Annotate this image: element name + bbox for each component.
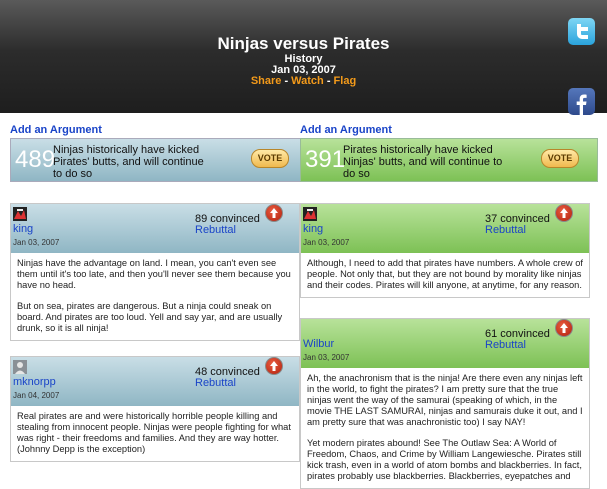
watch-link[interactable]: Watch — [291, 75, 324, 87]
argument-header: king Jan 03, 2007 89 convinced Rebuttal — [11, 204, 299, 253]
stance-box: 391 Pirates historically have kicked Nin… — [300, 138, 598, 182]
argument-card: king Jan 03, 2007 89 convinced Rebuttal … — [10, 203, 300, 341]
separator: - — [323, 75, 334, 87]
avatar — [13, 360, 27, 374]
rebuttal-link[interactable]: Rebuttal — [195, 377, 236, 389]
rebuttal-link[interactable]: Rebuttal — [485, 224, 526, 236]
rebuttal-link[interactable]: Rebuttal — [195, 224, 236, 236]
upvote-arrow-icon[interactable] — [555, 204, 573, 222]
vote-button[interactable]: VOTE — [541, 149, 579, 168]
argument-card: king Jan 03, 2007 37 convinced Rebuttal … — [300, 203, 590, 298]
argument-body: Real pirates are and were historically h… — [11, 406, 299, 461]
avatar — [13, 207, 27, 221]
stance-box: 489 Ninjas historically have kicked Pira… — [10, 138, 308, 182]
argument-text: Ah, the anachronism that is the ninja! A… — [307, 373, 583, 427]
avatar — [303, 207, 317, 221]
add-argument-link[interactable]: Add an Argument — [10, 124, 308, 137]
vote-count: 391 — [305, 146, 346, 173]
share-link[interactable]: Share — [251, 75, 282, 87]
add-argument-link[interactable]: Add an Argument — [300, 124, 598, 137]
upvote-arrow-icon[interactable] — [265, 204, 283, 222]
username-link[interactable]: king — [13, 223, 33, 235]
stance-text: Ninjas historically have kicked Pirates'… — [53, 144, 204, 180]
ninjas-column: Add an Argument 489 Ninjas historically … — [10, 124, 308, 182]
argument-date: Jan 03, 2007 — [13, 238, 60, 247]
argument-date: Jan 04, 2007 — [13, 391, 60, 400]
vote-button[interactable]: VOTE — [251, 149, 289, 168]
upvote-arrow-icon[interactable] — [555, 319, 573, 337]
argument-header: mknorpp Jan 04, 2007 48 convinced Rebutt… — [11, 357, 299, 406]
upvote-arrow-icon[interactable] — [265, 357, 283, 375]
argument-body: Although, I need to add that pirates hav… — [301, 253, 589, 297]
argument-body: Ah, the anachronism that is the ninja! A… — [301, 368, 589, 488]
rebuttal-link[interactable]: Rebuttal — [485, 339, 526, 351]
argument-text: But on sea, pirates are dangerous. But a… — [17, 301, 283, 333]
argument-body: Ninjas have the advantage on land. I mea… — [11, 253, 299, 340]
flag-link[interactable]: Flag — [334, 75, 357, 87]
debate-header: Ninjas versus Pirates History Jan 03, 20… — [0, 0, 607, 115]
debate-title: Ninjas versus Pirates — [217, 34, 390, 53]
argument-header: Wilbur Jan 03, 2007 61 convinced Rebutta… — [301, 319, 589, 368]
argument-header: king Jan 03, 2007 37 convinced Rebuttal — [301, 204, 589, 253]
argument-card: mknorpp Jan 04, 2007 48 convinced Rebutt… — [10, 356, 300, 462]
argument-date: Jan 03, 2007 — [303, 238, 350, 247]
debate-actions: Share - Watch - Flag — [0, 75, 607, 87]
pirates-column: Add an Argument 391 Pirates historically… — [300, 124, 598, 182]
argument-text: Ninjas have the advantage on land. I mea… — [17, 258, 291, 290]
username-link[interactable]: Wilbur — [303, 338, 334, 350]
argument-card: Wilbur Jan 03, 2007 61 convinced Rebutta… — [300, 318, 590, 489]
separator: - — [281, 75, 292, 87]
argument-date: Jan 03, 2007 — [303, 353, 350, 362]
stance-text: Pirates historically have kicked Ninjas'… — [343, 144, 503, 180]
twitter-icon[interactable] — [568, 18, 595, 45]
argument-text: Yet modern pirates abound! See The Outla… — [307, 438, 582, 481]
argument-text: Real pirates are and were historically h… — [17, 411, 291, 454]
username-link[interactable]: king — [303, 223, 323, 235]
facebook-icon[interactable] — [568, 88, 595, 115]
argument-text: Although, I need to add that pirates hav… — [307, 258, 583, 290]
username-link[interactable]: mknorpp — [13, 376, 56, 388]
vote-count: 489 — [15, 146, 56, 173]
